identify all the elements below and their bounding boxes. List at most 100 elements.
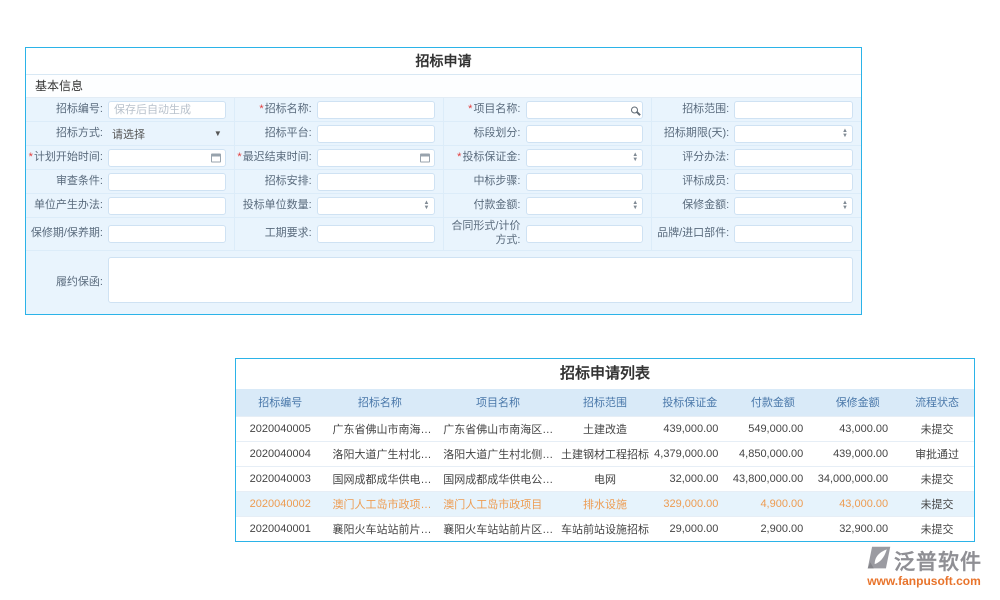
cell-warranty-amount: 439,000.00 — [815, 441, 900, 466]
footer-brand: 泛普软件 www.fanpusoft.com — [860, 545, 988, 588]
cell-bid-scope: 排水设施 — [561, 491, 650, 516]
number-stepper-icon[interactable]: ▲▼ — [632, 201, 638, 211]
cell-project-name[interactable]: 澳门人工岛市政项目 — [435, 491, 560, 516]
bid-deposit-input[interactable] — [526, 149, 644, 167]
cell-bid-scope: 电网 — [561, 466, 650, 491]
table-row[interactable]: 2020040003国网成都成华供电公司南...国网成都成华供电公司南...电网… — [236, 466, 974, 491]
number-stepper-icon[interactable]: ▲▼ — [842, 201, 848, 211]
number-stepper-icon[interactable]: ▲▼ — [632, 153, 638, 163]
payment-amount-control: ▲▼ — [526, 196, 652, 215]
bid-platform-input[interactable] — [317, 125, 435, 143]
unit-generation-method-label: 单位产生办法: — [26, 199, 108, 213]
required-asterisk: * — [468, 103, 472, 115]
award-steps-control — [526, 172, 652, 191]
column-header-1: 招标编号 — [236, 389, 325, 416]
bid-period-days-input[interactable] — [734, 125, 853, 143]
cell-bid-scope: 土建钢材工程招标 — [561, 441, 650, 466]
cell-bid-name[interactable]: 澳门人工岛市政项目排水... — [325, 491, 436, 516]
required-asterisk: * — [259, 103, 263, 115]
schedule-requirement-input[interactable] — [317, 225, 435, 243]
cell-project-name[interactable]: 国网成都成华供电公司南... — [435, 466, 560, 491]
form-field-payment-amount: 付款金额:▲▼ — [444, 194, 653, 218]
search-icon[interactable] — [631, 106, 638, 113]
cell-bid-name[interactable]: 广东省佛山市南海区洛府... — [325, 416, 436, 441]
form-field-bid-name: *招标名称: — [235, 98, 444, 122]
warranty-period-input[interactable] — [108, 225, 226, 243]
number-stepper-icon[interactable]: ▲▼ — [842, 129, 848, 139]
calendar-icon[interactable] — [420, 153, 430, 162]
table-row[interactable]: 2020040004洛阳大道广生村北侧锦绣...洛阳大道广生村北侧锦绣...土建… — [236, 441, 974, 466]
cell-warranty-amount: 43,000.00 — [815, 416, 900, 441]
form-field-bid-scope: 招标范围: — [652, 98, 861, 122]
cell-process-status[interactable]: 未提交 — [900, 516, 974, 541]
table-row[interactable]: 2020040005广东省佛山市南海区洛府...广东省佛山市南海区洛府...土建… — [236, 416, 974, 441]
cell-bid-deposit: 4,379,000.00 — [649, 441, 730, 466]
payment-amount-input[interactable] — [526, 197, 644, 215]
bid-arrangement-label: 招标安排: — [235, 175, 317, 189]
contract-form-pricing-label: 合同形式/计价方式: — [444, 220, 526, 248]
performance-guarantee-row: 履约保函: — [26, 251, 861, 314]
form-field-evaluation-members: 评标成员: — [652, 170, 861, 194]
cell-bid-number[interactable]: 2020040001 — [236, 516, 325, 541]
bid-number-input[interactable] — [108, 101, 226, 119]
brand-imported-parts-input[interactable] — [734, 225, 853, 243]
form-field-bid-deposit: *投标保证金: ▲▼ — [444, 146, 653, 170]
number-stepper-icon[interactable]: ▲▼ — [424, 201, 430, 211]
scoring-method-input[interactable] — [734, 149, 853, 167]
bid-deposit-label: *投标保证金: — [444, 151, 526, 165]
bid-number-label: 招标编号: — [26, 103, 108, 117]
planned-start-time-input[interactable] — [108, 149, 226, 167]
brand-url: www.fanpusoft.com — [860, 574, 988, 588]
cell-bid-number[interactable]: 2020040002 — [236, 491, 325, 516]
cell-bid-number[interactable]: 2020040003 — [236, 466, 325, 491]
award-steps-input[interactable] — [526, 173, 644, 191]
bid-name-input[interactable] — [317, 101, 435, 119]
column-header-3: 项目名称 — [435, 389, 560, 416]
cell-process-status[interactable]: 未提交 — [900, 416, 974, 441]
table-row[interactable]: 2020040002澳门人工岛市政项目排水...澳门人工岛市政项目排水设施329… — [236, 491, 974, 516]
calendar-glyph — [420, 153, 430, 162]
table-row[interactable]: 2020040001襄阳火车站站前片区基础...襄阳火车站站前片区基础...车站… — [236, 516, 974, 541]
contract-form-pricing-input[interactable] — [526, 225, 644, 243]
schedule-requirement-control — [317, 224, 443, 243]
bid-application-list: 招标申请列表 招标编号招标名称项目名称招标范围投标保证金付款金额保修金额流程状态… — [235, 358, 975, 542]
cell-bid-deposit: 29,000.00 — [649, 516, 730, 541]
cell-bid-name[interactable]: 洛阳大道广生村北侧锦绣... — [325, 441, 436, 466]
warranty-amount-input[interactable] — [734, 197, 853, 215]
section-division-input[interactable] — [526, 125, 644, 143]
form-field-contract-form-pricing: 合同形式/计价方式: — [444, 218, 653, 251]
cell-bid-number[interactable]: 2020040005 — [236, 416, 325, 441]
form-field-review-conditions: 审查条件: — [26, 170, 235, 194]
calendar-icon[interactable] — [211, 153, 221, 162]
latest-end-time-label: *最迟结束时间: — [235, 151, 317, 165]
latest-end-time-input[interactable] — [317, 149, 435, 167]
unit-generation-method-input[interactable] — [108, 197, 226, 215]
evaluation-members-input[interactable] — [734, 173, 853, 191]
column-header-5: 投标保证金 — [649, 389, 730, 416]
bid-arrangement-input[interactable] — [317, 173, 435, 191]
bid-application-form: 招标申请 基本信息 招标编号:*招标名称:*项目名称:招标范围:招标方式:请选择… — [25, 47, 862, 315]
cell-project-name[interactable]: 襄阳火车站站前片区基础... — [435, 516, 560, 541]
cell-bid-name[interactable]: 襄阳火车站站前片区基础... — [325, 516, 436, 541]
bid-method-select[interactable]: 请选择▼ — [108, 125, 226, 143]
form-field-section-division: 标段划分: — [444, 122, 653, 146]
bid-scope-label: 招标范围: — [652, 103, 734, 117]
performance-guarantee-label: 履约保函: — [26, 257, 108, 308]
cell-project-name[interactable]: 洛阳大道广生村北侧锦绣... — [435, 441, 560, 466]
bidder-count-input[interactable] — [317, 197, 435, 215]
cell-bid-scope: 车站前站设施招标 — [561, 516, 650, 541]
performance-guarantee-input[interactable] — [108, 257, 853, 303]
bid-list-table: 招标编号招标名称项目名称招标范围投标保证金付款金额保修金额流程状态 202004… — [236, 389, 974, 541]
cell-project-name[interactable]: 广东省佛山市南海区洛府... — [435, 416, 560, 441]
review-conditions-input[interactable] — [108, 173, 226, 191]
cell-process-status[interactable]: 未提交 — [900, 491, 974, 516]
column-header-6: 付款金额 — [730, 389, 815, 416]
bid-scope-input[interactable] — [734, 101, 853, 119]
chevron-down-icon: ▼ — [214, 129, 222, 138]
bid-scope-control — [734, 100, 861, 119]
cell-process-status[interactable]: 审批通过 — [900, 441, 974, 466]
cell-process-status[interactable]: 未提交 — [900, 466, 974, 491]
cell-bid-number[interactable]: 2020040004 — [236, 441, 325, 466]
project-name-input[interactable] — [526, 101, 644, 119]
cell-bid-name[interactable]: 国网成都成华供电公司南... — [325, 466, 436, 491]
